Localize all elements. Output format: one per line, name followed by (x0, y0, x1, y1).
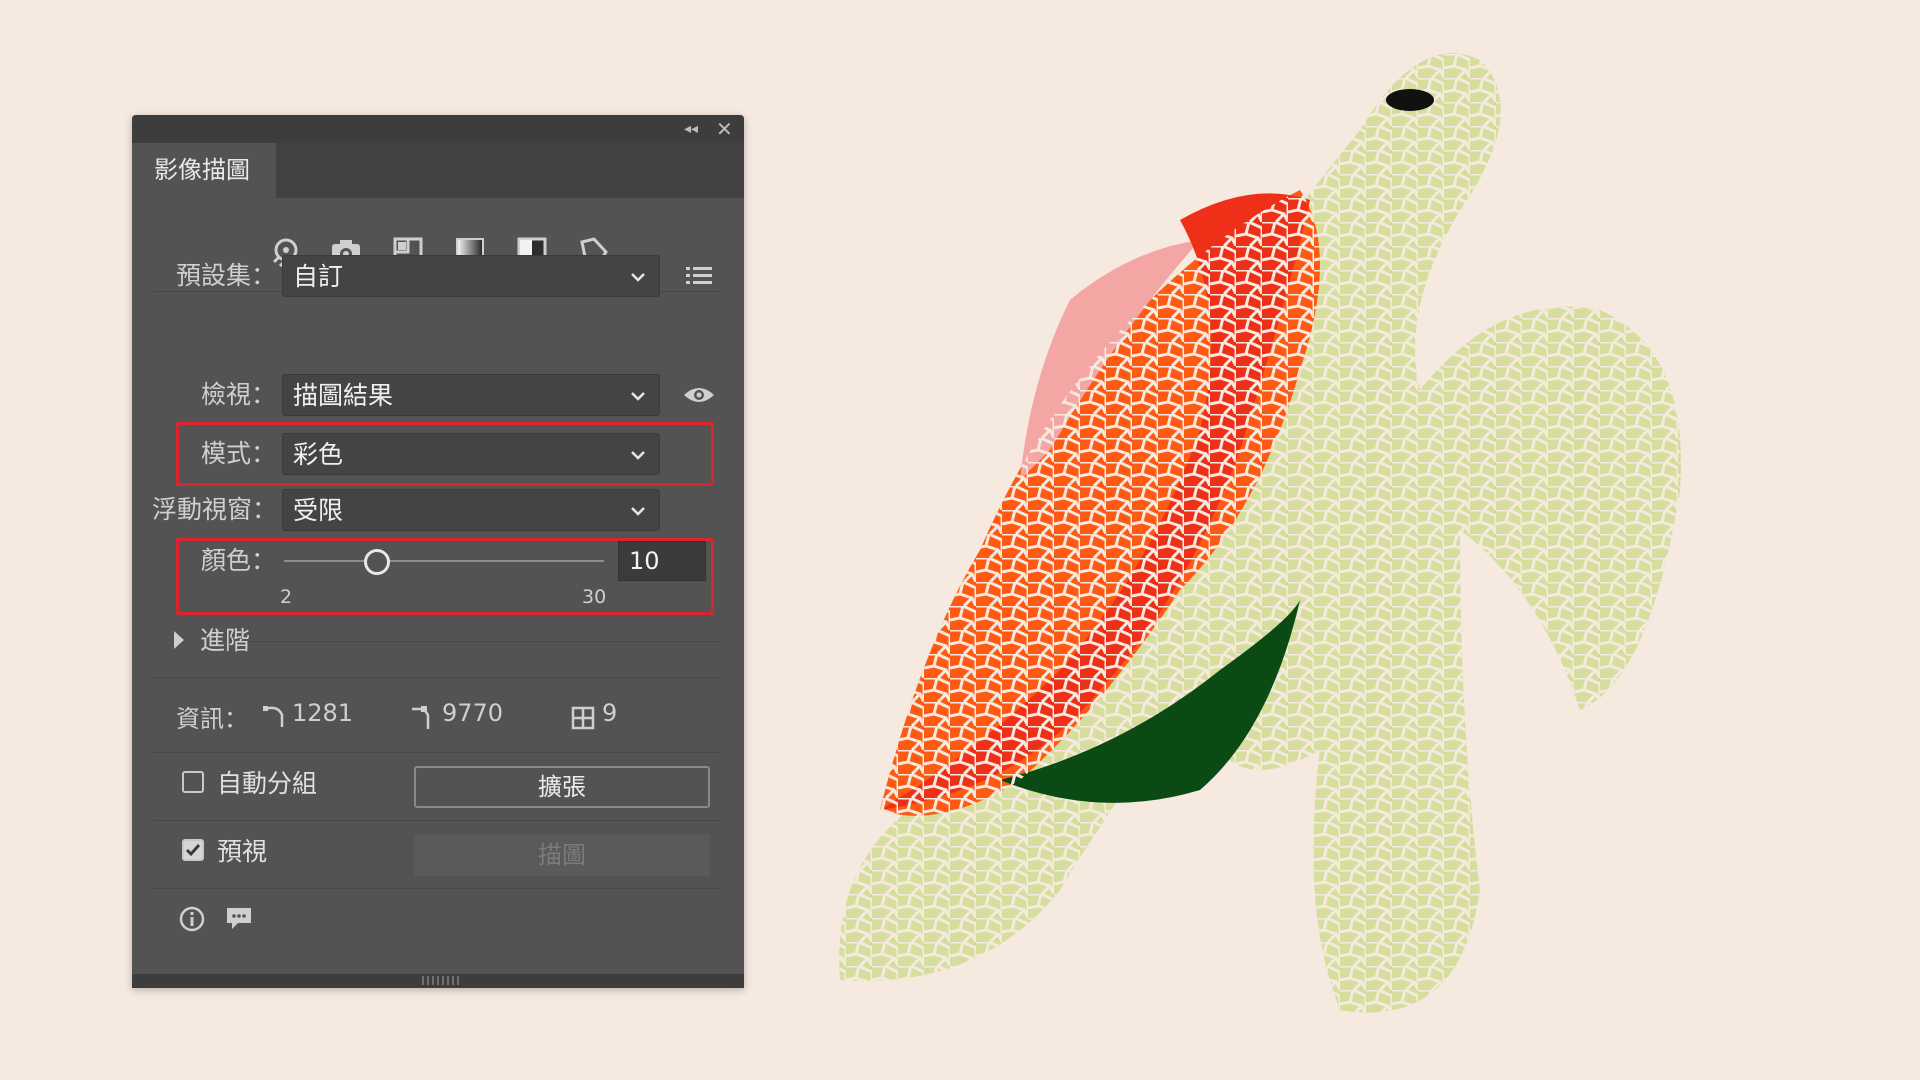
preset-value: 自訂 (293, 262, 344, 291)
turtle-eye (1386, 89, 1434, 111)
sea-turtle-artwork (839, 53, 1681, 1013)
colors-value-field[interactable]: 10 (618, 541, 706, 581)
resize-grip[interactable] (422, 976, 462, 985)
tab-image-trace[interactable]: 影像描圖 (132, 143, 276, 198)
divider (154, 677, 722, 678)
preview-checkbox[interactable] (182, 839, 204, 861)
palette-label: 浮動視窗： (152, 495, 278, 524)
preset-list-icon[interactable] (684, 263, 714, 289)
checkmark-icon (185, 844, 201, 857)
info-label: 資訊： (176, 705, 248, 733)
chevron-down-icon (631, 507, 645, 516)
palette-value: 受限 (293, 496, 344, 525)
colors-grid-icon (571, 706, 595, 730)
info-icon[interactable] (178, 905, 206, 933)
chevron-down-icon (631, 392, 645, 401)
paths-count: 1281 (292, 699, 354, 727)
auto-group-label: 自動分組 (217, 769, 318, 798)
panel-titlebar[interactable]: ◂◂ ✕ (132, 115, 744, 143)
divider (154, 820, 722, 821)
close-icon[interactable]: ✕ (716, 117, 733, 141)
image-trace-panel: ◂◂ ✕ 影像描圖 預設集： 自訂 檢視： 描圖結果 模式： 彩色 浮動視窗： … (132, 115, 744, 988)
preset-label: 預設集： (175, 261, 276, 290)
disclosure-triangle-icon[interactable] (172, 629, 186, 651)
divider (154, 752, 722, 753)
chevron-down-icon (631, 451, 645, 460)
anchors-icon (412, 706, 430, 729)
chevron-down-icon (631, 273, 645, 282)
expand-button[interactable]: 擴張 (414, 766, 710, 808)
trace-button[interactable]: 描圖 (414, 834, 710, 876)
auto-group-checkbox[interactable] (182, 771, 204, 793)
collapse-icon[interactable]: ◂◂ (684, 117, 698, 141)
mode-label: 模式： (200, 439, 276, 468)
view-label: 檢視： (200, 380, 276, 409)
colors-count: 9 (602, 699, 618, 727)
preview-label: 預視 (217, 837, 268, 866)
panel-bottom-bar (132, 974, 744, 988)
view-dropdown[interactable]: 描圖結果 (282, 374, 660, 416)
divider (154, 888, 722, 889)
colors-min-label: 2 (280, 586, 293, 608)
colors-max-label: 30 (582, 586, 607, 608)
mode-value: 彩色 (293, 440, 344, 469)
preset-dropdown[interactable]: 自訂 (282, 255, 660, 297)
colors-slider-thumb[interactable] (363, 549, 390, 575)
palette-dropdown[interactable]: 受限 (282, 489, 660, 531)
colors-label: 顏色： (200, 546, 276, 575)
divider (248, 641, 722, 642)
advanced-label[interactable]: 進階 (200, 623, 250, 659)
anchors-count: 9770 (442, 699, 504, 727)
paths-icon (263, 706, 284, 727)
feedback-icon[interactable] (224, 905, 254, 933)
eye-icon[interactable] (682, 383, 716, 407)
mode-dropdown[interactable]: 彩色 (282, 433, 660, 475)
view-value: 描圖結果 (293, 381, 394, 410)
tab-strip: 影像描圖 (132, 143, 744, 198)
colors-slider-track[interactable] (284, 560, 604, 562)
